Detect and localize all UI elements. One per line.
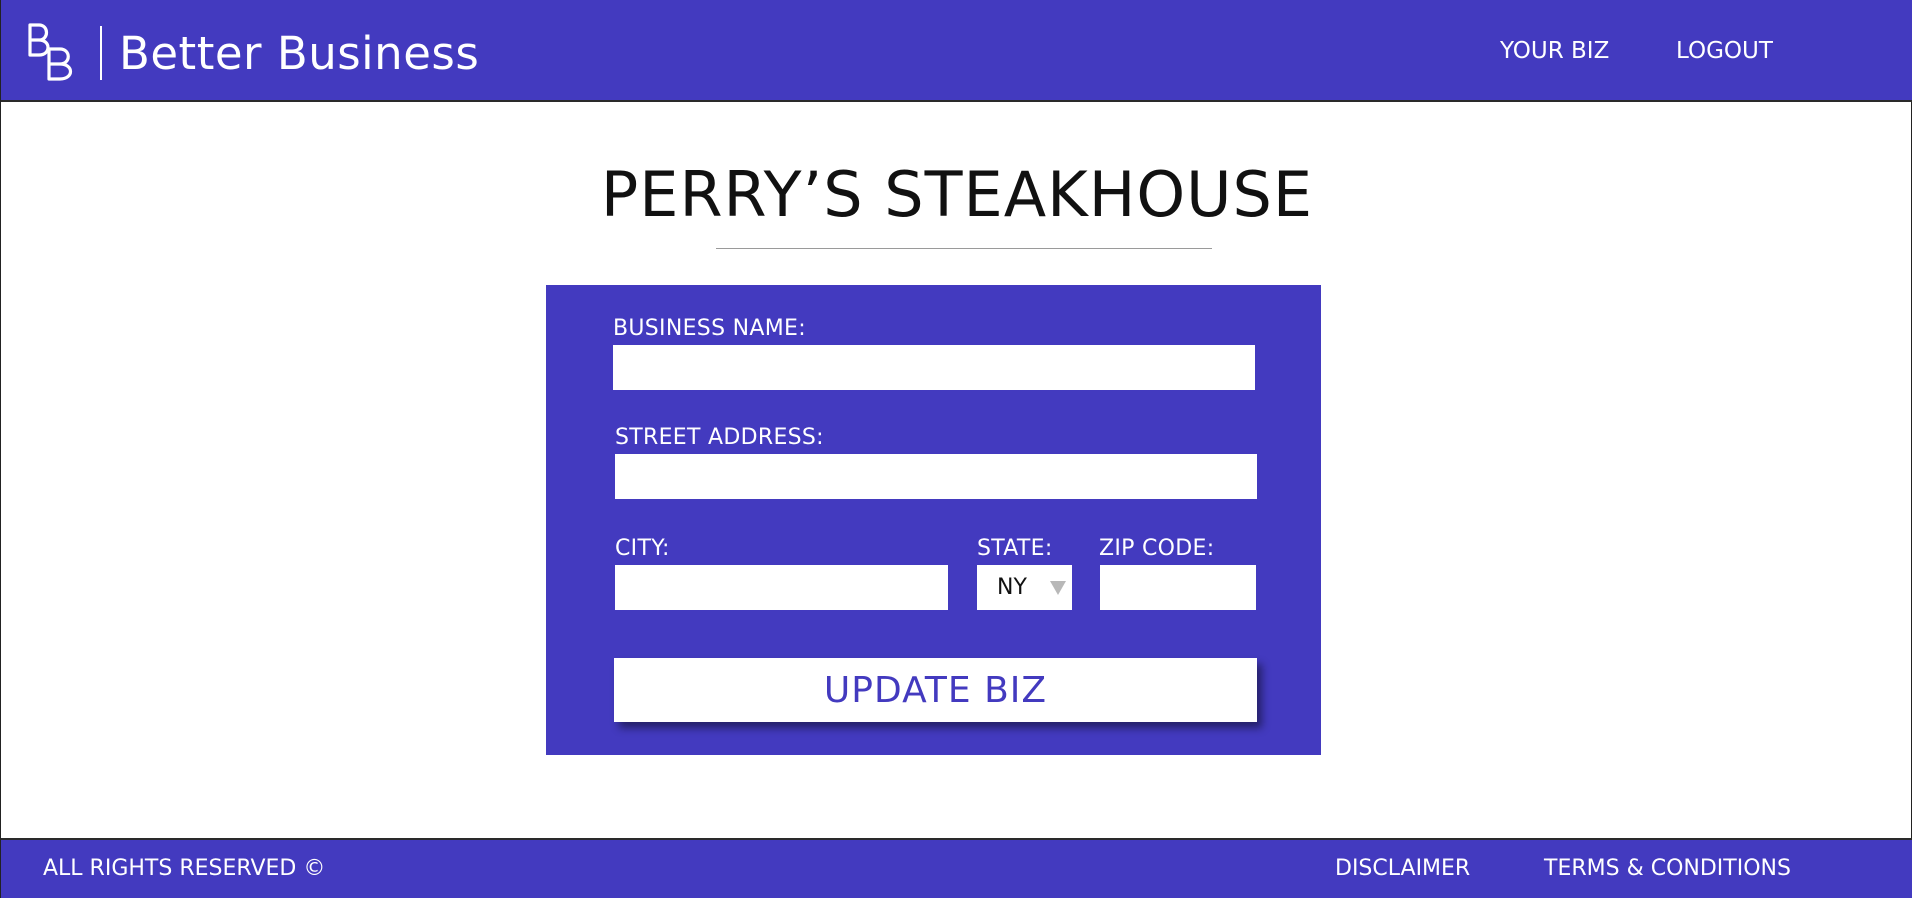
update-biz-button[interactable]: UPDATE BIZ [614, 658, 1257, 722]
zip-code-label: ZIP CODE: [1099, 536, 1215, 561]
footer: ALL RIGHTS RESERVED © DISCLAIMER TERMS &… [1, 838, 1912, 898]
brand-name[interactable]: Better Business [119, 26, 479, 82]
street-address-input[interactable] [615, 454, 1257, 499]
copyright-text: ALL RIGHTS RESERVED © [43, 856, 326, 881]
nav-logout-link[interactable]: LOGOUT [1676, 36, 1773, 66]
logo-divider [100, 26, 102, 80]
city-input[interactable] [615, 565, 948, 610]
street-address-label: STREET ADDRESS: [615, 425, 824, 450]
state-select[interactable]: NY [977, 565, 1072, 610]
city-label: CITY: [615, 536, 670, 561]
state-selected-value: NY [997, 575, 1027, 600]
dropdown-arrow-icon [1050, 581, 1066, 595]
state-label: STATE: [977, 536, 1053, 561]
title-divider [716, 248, 1212, 249]
page: Better Business YOUR BIZ LOGOUT PERRY’S … [0, 0, 1912, 898]
page-title: PERRY’S STEAKHOUSE [600, 158, 1314, 231]
nav-your-biz-link[interactable]: YOUR BIZ [1500, 36, 1609, 66]
bb-logo-icon [28, 23, 73, 81]
zip-code-input[interactable] [1100, 565, 1256, 610]
top-header: Better Business YOUR BIZ LOGOUT [1, 0, 1912, 102]
business-edit-form: BUSINESS NAME: STREET ADDRESS: CITY: STA… [546, 285, 1321, 755]
business-name-label: BUSINESS NAME: [613, 316, 806, 341]
disclaimer-link[interactable]: DISCLAIMER [1335, 855, 1470, 883]
business-name-input[interactable] [613, 345, 1255, 390]
terms-conditions-link[interactable]: TERMS & CONDITIONS [1544, 855, 1791, 883]
